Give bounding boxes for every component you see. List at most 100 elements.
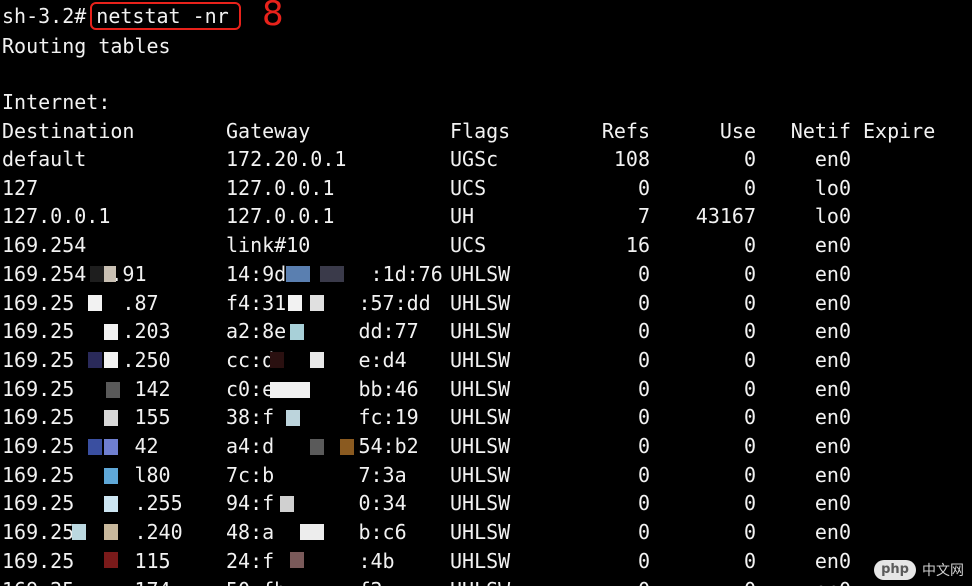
cell-gateway: a2:8e dd:77 — [226, 319, 419, 344]
redaction-pixel — [104, 496, 118, 512]
redaction-pixel — [280, 496, 294, 512]
table-row: 169.25 .250 cc:d e:d4 UHLSW 0 0 en0 — [0, 346, 972, 374]
cell-gateway: 94:f 0:34 — [226, 491, 407, 516]
table-row: 169.25 .240 48:a b:c6 UHLSW 0 0 en0 — [0, 518, 972, 546]
cell-destination: 169.254 .91 — [2, 261, 147, 286]
table-row: 127.0.0.1 127.0.0.1 UH 7 43167 lo0 — [0, 202, 972, 230]
table-row: 169.254 link#10 UCS 16 0 en0 — [0, 231, 972, 259]
cell-netif: en0 — [814, 319, 851, 344]
cell-destination: 169.25 .250 — [2, 347, 171, 372]
cell-refs: 0 — [637, 376, 650, 401]
cell-destination: 169.25 155 — [2, 405, 171, 430]
cell-netif: en0 — [814, 548, 851, 573]
cell-destination: 169.254 — [2, 233, 87, 258]
table-row: 127 127.0.0.1 UCS 0 0 lo0 — [0, 174, 972, 202]
table-row: default 172.20.0.1 UGSc 108 0 en0 — [0, 145, 972, 173]
redaction-pixel — [286, 266, 310, 282]
cell-destination: 169.25 142 — [2, 376, 171, 401]
cell-netif: en0 — [814, 491, 851, 516]
redaction-pixel — [104, 410, 118, 426]
redaction-pixel — [88, 352, 102, 368]
cell-destination: 169.25 42 — [2, 434, 159, 458]
cell-netif: en0 — [814, 233, 851, 258]
cell-use: 0 — [743, 434, 756, 458]
cell-refs: 0 — [637, 491, 650, 516]
cell-use: 0 — [743, 376, 756, 401]
cell-netif: lo0 — [814, 175, 851, 200]
cell-use: 0 — [743, 347, 756, 372]
cell-use: 0 — [743, 175, 756, 200]
cell-netif: lo0 — [814, 204, 851, 229]
redaction-pixel — [290, 324, 304, 340]
table-row: 169.25 l80 7c:b 7:3a UHLSW 0 0 en0 — [0, 461, 972, 489]
cell-refs: 0 — [637, 462, 650, 487]
cell-refs: 0 — [637, 405, 650, 430]
cell-netif: en0 — [815, 576, 851, 586]
table-row: 169.254 .91 14:9d :1d:76 UHLSW 0 0 en0 — [0, 260, 972, 288]
redaction-pixel — [310, 352, 324, 368]
redaction-pixel — [88, 295, 102, 311]
cell-use: 0 — [743, 261, 756, 286]
redaction-pixel — [104, 468, 118, 484]
cell-use: 43167 — [695, 204, 756, 229]
redaction-pixel — [102, 266, 116, 282]
cell-destination: 169.25 174 — [2, 576, 171, 586]
cell-netif: en0 — [814, 462, 851, 487]
cell-destination: 169.25 .240 — [2, 520, 183, 545]
cell-gateway: 50:fb f2 — [226, 576, 383, 586]
cell-netif: en0 — [814, 290, 851, 315]
site-watermark: php 中文网 — [874, 560, 964, 580]
cell-refs: 0 — [638, 576, 650, 586]
cell-netif: en0 — [814, 261, 851, 286]
cell-refs: 7 — [637, 204, 650, 229]
shell-prompt: sh-3.2# — [2, 4, 87, 28]
redaction-pixel — [320, 266, 344, 282]
header-refs: Refs — [601, 119, 650, 143]
table-row: 169.25 .255 94:f 0:34 UHLSW 0 0 en0 — [0, 489, 972, 517]
cell-flags: UCS — [450, 175, 487, 200]
cell-destination: 169.25 .87 — [2, 290, 159, 315]
cell-refs: 0 — [637, 434, 650, 458]
cell-flags: UCS — [450, 233, 487, 258]
cell-flags: UGSc — [450, 147, 499, 171]
cell-destination: 169.25 115 — [2, 548, 171, 573]
table-row: 169.25 155 38:f fc:19 UHLSW 0 0 en0 — [0, 403, 972, 431]
cell-netif: en0 — [814, 520, 851, 545]
cell-flags: UHLSW — [450, 319, 511, 344]
cell-destination: default — [2, 147, 87, 171]
header-expire: Expire — [863, 119, 936, 143]
command-text: netstat -nr — [96, 4, 229, 28]
cell-flags: UHLSW — [450, 491, 511, 516]
cell-netif: en0 — [814, 147, 851, 171]
redaction-pixel — [88, 439, 102, 455]
annotation-number: 8 — [262, 0, 284, 34]
cell-gateway: f4:31 :57:dd — [226, 290, 431, 315]
redaction-pixel — [310, 295, 324, 311]
cell-use: 0 — [743, 233, 756, 258]
cell-flags: UHLSW — [450, 261, 511, 286]
cell-flags: UH — [450, 204, 475, 229]
cell-flags: UHLSW — [450, 434, 511, 458]
cell-gateway: link#10 — [226, 233, 311, 258]
watermark-text: 中文网 — [922, 563, 964, 579]
terminal-window[interactable]: sh-3.2# netstat -nr 8 Routing tables Inte… — [0, 0, 972, 586]
cell-gateway: 127.0.0.1 — [226, 175, 335, 200]
cell-use: 0 — [744, 576, 756, 586]
cell-destination: 127.0.0.1 — [2, 204, 111, 229]
redaction-pixel — [104, 439, 118, 455]
cell-flags: UHLSW — [450, 576, 510, 586]
cell-gateway: 127.0.0.1 — [226, 204, 335, 229]
redaction-pixel — [72, 524, 86, 540]
redaction-pixel — [286, 410, 300, 426]
cell-use: 0 — [743, 290, 756, 315]
table-row: 169.25 .203 a2:8e dd:77 UHLSW 0 0 en0 — [0, 317, 972, 345]
cell-use: 0 — [743, 405, 756, 430]
header-gateway: Gateway — [226, 119, 311, 143]
table-row: 169.25 42 a4:d 54:b2 UHLSW 0 0 en0 — [0, 432, 972, 460]
cell-use: 0 — [743, 548, 756, 573]
cell-refs: 0 — [637, 261, 650, 286]
redaction-pixel — [270, 382, 310, 398]
cell-netif: en0 — [814, 347, 851, 372]
cell-flags: UHLSW — [450, 290, 511, 315]
cell-flags: UHLSW — [450, 462, 511, 487]
